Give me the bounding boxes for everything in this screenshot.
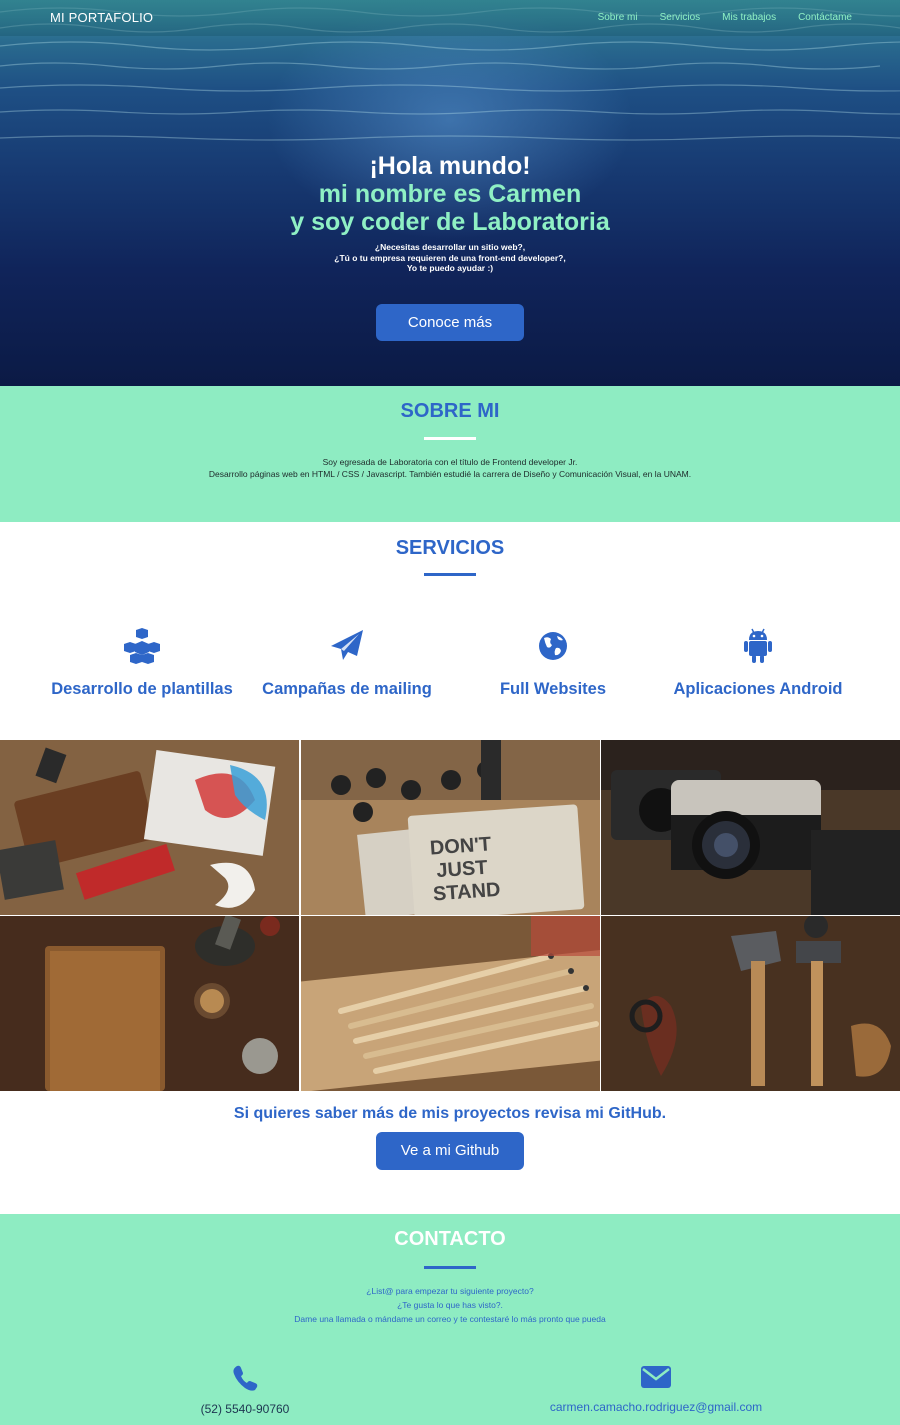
hero-subtitle: ¿Necesitas desarrollar un sitio web?, ¿T… <box>0 242 900 274</box>
contact-title: CONTACTO <box>394 1228 506 1250</box>
hero-line-1: ¡Hola mundo! <box>369 152 531 180</box>
phone-icon <box>233 1365 258 1391</box>
phone-number[interactable]: (52) 5540-90760 <box>170 1402 320 1416</box>
about-divider <box>424 437 476 440</box>
nav-link-contactame[interactable]: Contáctame <box>798 12 852 23</box>
services-title: SERVICIOS <box>395 537 505 559</box>
service-item-mailing: Campañas de mailing <box>237 628 457 699</box>
hero-section: ¡Hola mundo! mi nombre es Carmen y soy c… <box>0 0 900 386</box>
gallery-image-tools[interactable] <box>601 916 900 1091</box>
hero-sub-line: ¿Necesitas desarrollar un sitio web?, <box>374 242 526 252</box>
github-button[interactable]: Ve a mi Github <box>376 1132 524 1170</box>
nav-link-sobre-mi[interactable]: Sobre mi <box>598 12 638 23</box>
cubes-icon <box>124 628 160 664</box>
gallery-image-cameras[interactable] <box>601 740 900 915</box>
contact-divider <box>424 1266 476 1269</box>
globe-icon <box>539 632 567 660</box>
services-divider <box>424 573 476 576</box>
service-label: Campañas de mailing <box>262 680 432 698</box>
service-label: Full Websites <box>499 680 607 698</box>
service-label: Desarrollo de plantillas <box>51 680 233 698</box>
hero-sub-line: ¿Tú o tu empresa requieren de una front-… <box>334 252 566 263</box>
gallery-image-pencils[interactable] <box>301 916 600 1091</box>
android-icon <box>744 628 772 663</box>
contact-section: CONTACTO ¿List@ para empezar tu siguient… <box>0 1214 900 1425</box>
contact-email[interactable]: carmen.camacho.rodriguez@gmail.com <box>520 1364 792 1414</box>
envelope-icon <box>641 1366 671 1388</box>
service-item-android: Aplicaciones Android <box>648 628 868 699</box>
gallery-image-workshop[interactable] <box>0 740 299 915</box>
about-line: Soy egresada de Laboratoria con el títul… <box>322 457 578 467</box>
nav-link-servicios[interactable]: Servicios <box>660 12 701 23</box>
contact-line: ¿Te gusta lo que has visto?. <box>397 1300 503 1310</box>
hero-line-3: y soy coder de Laboratoria <box>290 208 610 236</box>
service-label: Aplicaciones Android <box>673 680 843 698</box>
contact-line: ¿List@ para empezar tu siguiente proyect… <box>366 1286 534 1296</box>
gallery-image-notebook[interactable] <box>0 916 299 1091</box>
about-title: SOBRE MI <box>400 400 500 422</box>
svg-text:DON'T: DON'T <box>429 833 492 859</box>
about-line: Desarrollo páginas web en HTML / CSS / J… <box>208 469 692 479</box>
about-text: Soy egresada de Laboratoria con el títul… <box>0 456 900 480</box>
services-section: SERVICIOS Desarrollo de plantillas Campa… <box>0 522 900 740</box>
portfolio-gallery: DON'T JUST STAND <box>0 740 900 1091</box>
nav-links: Sobre mi Servicios Mis trabajos Contácta… <box>598 12 852 23</box>
brand-logo-text[interactable]: MI PORTAFOLIO <box>50 10 153 25</box>
contact-phone[interactable]: (52) 5540-90760 <box>170 1364 320 1416</box>
service-item-plantillas: Desarrollo de plantillas <box>32 628 252 699</box>
hero-line-2: mi nombre es Carmen <box>318 180 582 208</box>
paper-plane-icon <box>331 630 363 660</box>
top-navbar: MI PORTAFOLIO Sobre mi Servicios Mis tra… <box>0 0 900 36</box>
conoce-mas-button[interactable]: Conoce más <box>376 304 524 341</box>
contact-line: Dame una llamada o mándame un correo y t… <box>294 1314 606 1324</box>
hero-heading: ¡Hola mundo! mi nombre es Carmen y soy c… <box>0 152 900 236</box>
nav-link-mis-trabajos[interactable]: Mis trabajos <box>722 12 776 23</box>
svg-text:JUST: JUST <box>436 857 489 883</box>
service-item-websites: Full Websites <box>443 628 663 699</box>
github-cta-text: Si quieres saber más de mis proyectos re… <box>233 1105 667 1122</box>
email-address[interactable]: carmen.camacho.rodriguez@gmail.com <box>520 1400 792 1414</box>
gallery-image-cards[interactable]: DON'T JUST STAND <box>301 740 600 915</box>
hero-sub-line: Yo te puedo ayudar :) <box>406 263 494 273</box>
svg-text:STAND: STAND <box>432 879 501 906</box>
about-section: SOBRE MI Soy egresada de Laboratoria con… <box>0 386 900 522</box>
contact-text: ¿List@ para empezar tu siguiente proyect… <box>0 1284 900 1326</box>
